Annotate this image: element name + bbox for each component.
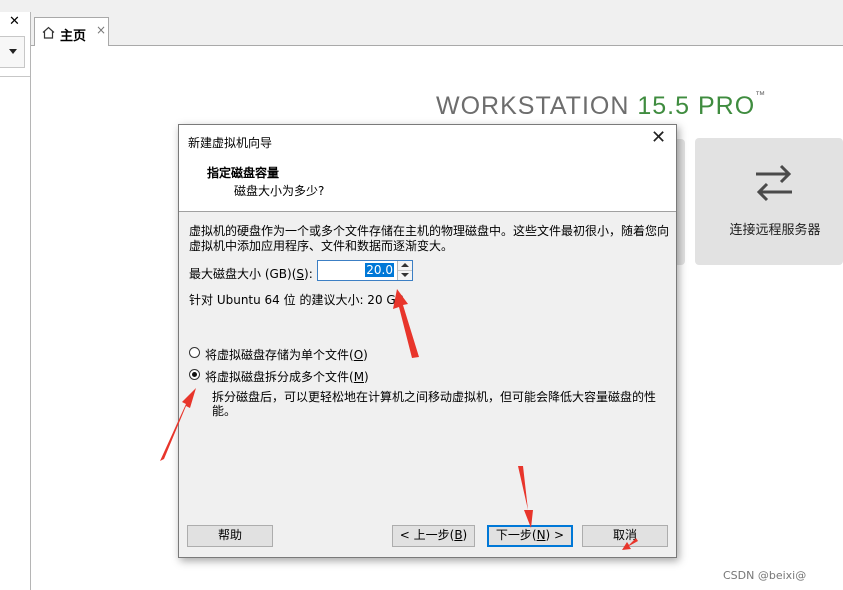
trademark-sign: ™ [755, 90, 767, 101]
access-key: S [296, 267, 305, 281]
button-text: 下一步( [495, 528, 537, 542]
help-button[interactable]: 帮助 [187, 525, 273, 547]
radio-multiple-files[interactable]: 将虚拟磁盘拆分成多个文件(M) [189, 368, 389, 385]
wizard-header: 指定磁盘容量 磁盘大小为多少? [179, 155, 676, 212]
radio-multi-label: 将虚拟磁盘拆分成多个文件(M) [205, 368, 369, 385]
radio-button-selected[interactable] [189, 369, 200, 380]
label-text: ): [304, 267, 313, 281]
disk-size-input[interactable]: 20.0 [365, 263, 394, 277]
tab-bar: 主页 × [31, 12, 843, 46]
back-button[interactable]: < 上一步(B) [392, 525, 475, 547]
library-sidebar: ✕ [0, 12, 31, 590]
label-text: 将虚拟磁盘拆分成多个文件( [205, 370, 354, 384]
spin-up-icon [401, 263, 409, 267]
access-key: B [454, 528, 463, 542]
brand-version: 15.5 [637, 92, 691, 120]
label-text: 最大磁盘大小 (GB)( [189, 267, 297, 281]
tab-close-icon[interactable]: × [96, 23, 106, 37]
swap-arrows-icon [756, 164, 792, 202]
spinner-buttons [397, 261, 412, 280]
home-icon [42, 26, 55, 39]
product-brand: WORKSTATION 15.5 PRO™ [436, 90, 767, 121]
disk-size-spinner[interactable]: 20.0 [317, 260, 413, 281]
button-text: ) [462, 528, 468, 542]
close-icon[interactable]: ✕ [9, 14, 20, 29]
spin-down-icon [401, 273, 409, 277]
connect-remote-server-card[interactable]: 连接远程服务器 [695, 138, 843, 265]
radio-button[interactable] [189, 347, 200, 358]
split-disk-note: 拆分磁盘后，可以更轻松地在计算机之间移动虚拟机，但可能会降低大容量磁盘的性能。 [212, 390, 657, 418]
next-button[interactable]: 下一步(N) > [487, 525, 573, 547]
label-text: ) [363, 348, 368, 362]
brand-name: WORKSTATION [436, 92, 630, 120]
access-key: N [536, 528, 546, 542]
brand-edition: PRO [697, 92, 756, 120]
spin-down-button[interactable] [398, 271, 412, 280]
spin-up-button[interactable] [398, 261, 412, 271]
radio-single-label: 将虚拟磁盘存储为单个文件(O) [205, 346, 368, 363]
tab-home-label: 主页 [60, 29, 87, 44]
tab-home[interactable]: 主页 × [34, 17, 109, 46]
dialog-titlebar: 新建虚拟机向导 ✕ [179, 125, 676, 155]
dialog-title: 新建虚拟机向导 [188, 136, 273, 150]
access-key: M [353, 370, 365, 384]
label-text: 将虚拟磁盘存储为单个文件( [205, 348, 354, 362]
max-disk-size-label: 最大磁盘大小 (GB)(S): [189, 265, 313, 282]
step-subtitle: 磁盘大小为多少? [234, 184, 325, 198]
button-text: < 上一步( [399, 528, 455, 542]
access-key: O [353, 348, 364, 362]
remote-server-label: 连接远程服务器 [729, 223, 821, 238]
label-text: ) [364, 370, 369, 384]
sidebar-divider [0, 76, 30, 77]
recommended-size-text: 针对 Ubuntu 64 位 的建议大小: 20 GB [189, 293, 404, 307]
button-text: ) > [545, 528, 565, 542]
close-icon[interactable]: ✕ [651, 129, 666, 147]
disk-description: 虚拟机的硬盘作为一个或多个文件存储在主机的物理磁盘中。这些文件最初很小，随着您向… [189, 224, 670, 253]
watermark: CSDN @beixi@ [723, 569, 807, 582]
step-title: 指定磁盘容量 [207, 166, 280, 180]
library-dropdown[interactable] [0, 36, 25, 68]
radio-single-file[interactable]: 将虚拟磁盘存储为单个文件(O) [189, 346, 389, 363]
chevron-down-icon [9, 49, 17, 54]
cancel-button[interactable]: 取消 [582, 525, 668, 547]
new-vm-wizard-dialog: 新建虚拟机向导 ✕ 指定磁盘容量 磁盘大小为多少? 虚拟机的硬盘作为一个或多个文… [178, 124, 677, 558]
